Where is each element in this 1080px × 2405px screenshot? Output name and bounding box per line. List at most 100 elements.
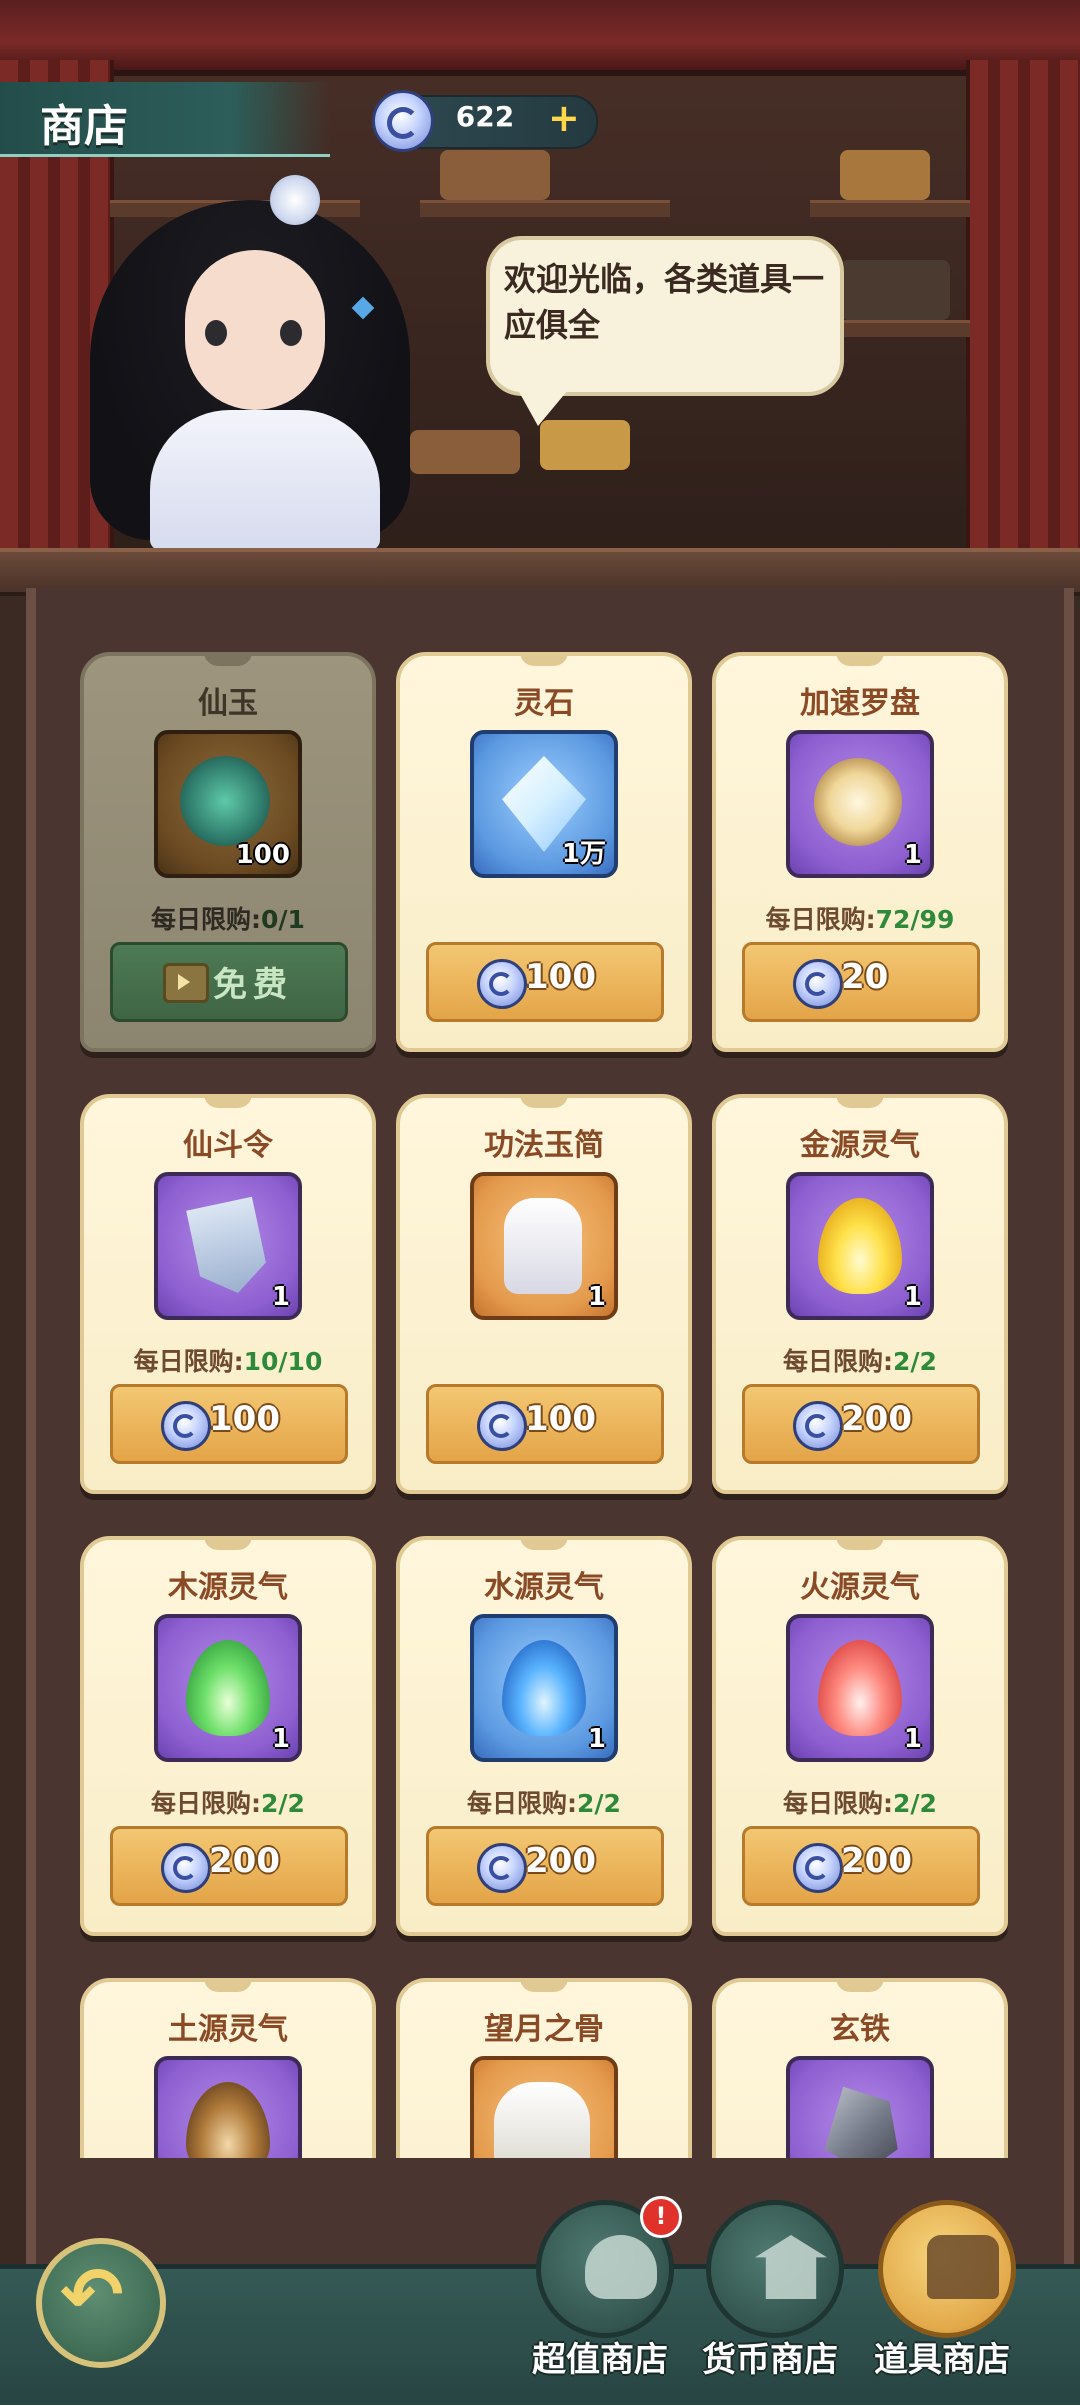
shop-item-card[interactable]: 土源灵气	[80, 1978, 376, 2158]
page-title: 商店	[40, 101, 128, 152]
spirit-coin-icon	[793, 1401, 843, 1451]
limit-value: 2/2	[577, 1789, 621, 1818]
price-value: 200	[525, 1841, 596, 1881]
compass-icon	[814, 758, 902, 846]
shop-item-card[interactable]: 木源灵气 1 每日限购:2/2 200	[80, 1536, 376, 1936]
item-quantity: 1	[587, 1282, 606, 1312]
item-icon-frame: 1	[154, 1614, 302, 1762]
shop-item-card[interactable]: 灵石 1万 100	[396, 652, 692, 1052]
buy-button[interactable]: 100	[426, 1384, 664, 1464]
tab-currency-shop[interactable]: 货币商店	[690, 2200, 850, 2390]
earth-flame-icon	[186, 2082, 270, 2158]
card-notch	[520, 1094, 568, 1108]
purchase-limit: 每日限购:72/99	[716, 900, 1004, 936]
price-value: 20	[841, 957, 889, 997]
price-value: 200	[209, 1841, 280, 1881]
tab-item-shop[interactable]: 道具商店	[862, 2200, 1022, 2390]
treasure-box	[540, 420, 630, 470]
npc-flower-crown	[270, 175, 320, 225]
add-currency-button[interactable]: +	[548, 98, 580, 138]
limit-label: 每日限购:	[467, 1789, 578, 1818]
green-flame-icon	[186, 1640, 270, 1736]
buy-button[interactable]: 200	[742, 1384, 980, 1464]
price-value: 100	[525, 957, 596, 997]
item-icon-frame	[470, 2056, 618, 2158]
notification-badge: !	[640, 2196, 682, 2238]
limit-label: 每日限购:	[783, 1789, 894, 1818]
purchase-limit: 每日限购:0/1	[84, 900, 372, 936]
item-icon-frame: 1万	[470, 730, 618, 878]
item-name: 功法玉简	[484, 1128, 604, 1163]
item-name: 仙斗令	[183, 1128, 273, 1163]
buy-button[interactable]: 200	[426, 1826, 664, 1906]
item-icon-frame: 1	[154, 1172, 302, 1320]
free-label: 免费	[213, 965, 293, 1005]
spirit-coin-icon	[161, 1843, 211, 1893]
item-quantity: 1	[903, 840, 922, 870]
shop-item-card[interactable]: 玄铁	[712, 1978, 1008, 2158]
skill-scroll-icon	[504, 1198, 582, 1294]
spirit-coin-icon	[477, 1843, 527, 1893]
shop-item-card[interactable]: 水源灵气 1 每日限购:2/2 200	[396, 1536, 692, 1936]
item-quantity: 1	[903, 1724, 922, 1754]
card-notch	[836, 1536, 884, 1550]
card-notch	[204, 1978, 252, 1992]
tab-icon-circle	[706, 2200, 844, 2338]
tab-icon-circle	[878, 2200, 1016, 2338]
purchase-limit: 每日限购:2/2	[84, 1784, 372, 1820]
limit-value: 72/99	[875, 905, 955, 934]
limit-label: 每日限购:	[783, 1347, 894, 1376]
shop-item-card[interactable]: 火源灵气 1 每日限购:2/2 200	[712, 1536, 1008, 1936]
item-icon-frame: 1	[786, 1172, 934, 1320]
spirit-coin-icon	[477, 959, 527, 1009]
book-stack	[440, 150, 550, 200]
purchase-limit: 每日限购:2/2	[716, 1784, 1004, 1820]
video-ad-icon	[163, 963, 209, 1003]
buy-button[interactable]: 100	[110, 1384, 348, 1464]
curtain-right	[966, 60, 1080, 560]
limit-value: 10/10	[243, 1347, 323, 1376]
shop-item-card[interactable]: 望月之骨	[396, 1978, 692, 2158]
buy-button[interactable]: 200	[110, 1826, 348, 1906]
shop-item-card[interactable]: 功法玉简 1 100	[396, 1094, 692, 1494]
shop-item-card[interactable]: 金源灵气 1 每日限购:2/2 200	[712, 1094, 1008, 1494]
shop-item-card[interactable]: 仙玉 100 每日限购:0/1 免费	[80, 652, 376, 1052]
item-icon-frame: 1	[786, 1614, 934, 1762]
curtain-valance	[0, 0, 1080, 76]
item-icon-frame: 1	[786, 730, 934, 878]
item-name: 加速罗盘	[800, 686, 920, 721]
item-quantity: 1	[903, 1282, 922, 1312]
item-name: 木源灵气	[168, 1570, 288, 1605]
card-notch	[836, 1094, 884, 1108]
price-value: 100	[209, 1399, 280, 1439]
free-claim-button[interactable]: 免费	[110, 942, 348, 1022]
item-icon-frame: 1	[470, 1614, 618, 1762]
jade-coin-icon	[180, 756, 270, 846]
item-grid: 仙玉 100 每日限购:0/1 免费 灵石 1万 100 加速罗盘 1 每日限购…	[40, 610, 1040, 2158]
bookshelf-shelf	[810, 200, 970, 217]
price-value: 100	[525, 1399, 596, 1439]
limit-label: 每日限购:	[133, 1347, 244, 1376]
tab-value-shop[interactable]: ! 超值商店	[520, 2196, 682, 2390]
buy-button[interactable]: 20	[742, 942, 980, 1022]
npc-speech-text: 欢迎光临，各类道具一应俱全	[504, 260, 825, 344]
pavilion-icon	[755, 2235, 827, 2299]
card-notch	[204, 652, 252, 666]
blue-flame-icon	[502, 1640, 586, 1736]
item-name: 望月之骨	[484, 2012, 604, 2047]
npc-eye	[280, 320, 302, 346]
buy-button[interactable]: 200	[742, 1826, 980, 1906]
limit-value: 2/2	[893, 1347, 937, 1376]
limit-value: 2/2	[261, 1789, 305, 1818]
shop-item-card[interactable]: 仙斗令 1 每日限购:10/10 100	[80, 1094, 376, 1494]
tab-label: 道具商店	[874, 2340, 1010, 2380]
shop-item-card[interactable]: 加速罗盘 1 每日限购:72/99 20	[712, 652, 1008, 1052]
buy-button[interactable]: 100	[426, 942, 664, 1022]
price-value: 200	[841, 1399, 912, 1439]
treasure-chest-icon	[927, 2235, 999, 2299]
tab-label: 超值商店	[532, 2340, 668, 2380]
card-notch	[836, 652, 884, 666]
item-quantity: 1	[587, 1724, 606, 1754]
back-button[interactable]	[36, 2238, 166, 2368]
limit-label: 每日限购:	[765, 905, 876, 934]
